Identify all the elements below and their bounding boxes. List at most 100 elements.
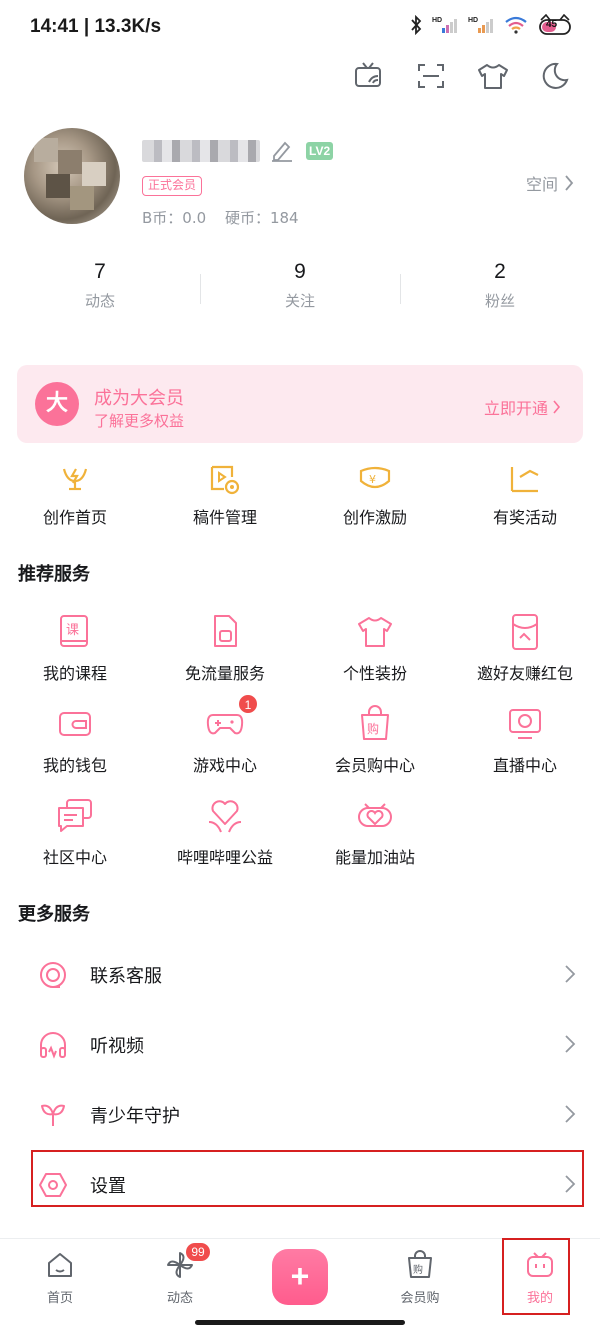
service-item[interactable]: 购 会员购中心 <box>300 702 450 794</box>
recommended-title: 推荐服务 <box>18 564 90 585</box>
service-label: 直播中心 <box>492 756 557 775</box>
service-item[interactable]: 哔哩哔哩公益 <box>150 794 300 886</box>
status-bar: 14:41 | 13.3K/s HD HD 45 <box>0 0 600 56</box>
svg-text:HD: HD <box>432 17 442 24</box>
chevron-right-icon <box>564 964 576 988</box>
chevron-right-icon <box>553 400 561 414</box>
vip-logo-icon: 大 <box>35 382 79 426</box>
red-packet-icon <box>450 610 600 654</box>
creator-label: 有奖活动 <box>492 508 557 527</box>
live-icon <box>450 702 600 746</box>
list-item-youth-guard[interactable]: 青少年守护 <box>0 1080 600 1150</box>
list-item-customer-service[interactable]: 联系客服 <box>0 940 600 1010</box>
vip-title: 成为大会员 <box>94 388 184 409</box>
coins-info: B币：0.0 硬币：184 <box>142 207 313 228</box>
service-label: 社区中心 <box>42 848 107 867</box>
dynamic-badge: 99 <box>186 1243 210 1261</box>
level-badge: LV2 <box>306 142 334 160</box>
manuscript-item[interactable]: 稿件管理 <box>150 462 300 528</box>
chevron-right-icon <box>564 1104 576 1128</box>
shirt-icon <box>300 610 450 654</box>
creator-home-item[interactable]: 创作首页 <box>0 462 150 528</box>
course-icon: 课 <box>0 610 150 654</box>
community-icon <box>0 794 150 838</box>
svg-text:HD: HD <box>468 17 478 24</box>
wallet-icon <box>0 702 150 746</box>
avatar[interactable] <box>24 128 120 224</box>
stat-dynamics[interactable]: 7 动态 <box>0 260 200 311</box>
service-label: 哔哩哔哩公益 <box>176 848 273 867</box>
edit-icon[interactable] <box>270 138 294 166</box>
username-blurred <box>142 140 260 162</box>
stat-number: 9 <box>294 260 306 283</box>
home-indicator[interactable] <box>195 1320 405 1325</box>
service-label: 游戏中心 <box>192 756 257 775</box>
top-actions <box>338 58 586 94</box>
stat-fans[interactable]: 2 粉丝 <box>400 260 600 311</box>
battery-level: 45 <box>546 19 558 30</box>
notification-badge: 1 <box>238 694 258 714</box>
service-label: 个性装扮 <box>342 664 407 683</box>
creator-label: 稿件管理 <box>192 508 257 527</box>
svg-text:购: 购 <box>413 1263 423 1276</box>
service-item[interactable]: 免流量服务 <box>150 610 300 702</box>
vip-subtitle: 了解更多权益 <box>94 412 185 430</box>
service-label: 我的钱包 <box>42 756 107 775</box>
energy-station-icon <box>300 794 450 838</box>
creator-label: 创作首页 <box>42 508 107 527</box>
service-label: 能量加油站 <box>334 848 415 867</box>
stats-row: 7 动态 9 关注 2 粉丝 <box>0 260 600 311</box>
chevron-right-icon <box>565 175 574 191</box>
incentive-item[interactable]: ¥ 创作激励 <box>300 462 450 528</box>
service-item[interactable]: 直播中心 <box>450 702 600 794</box>
svg-text:课: 课 <box>66 623 79 638</box>
reward-activity-icon <box>450 462 600 496</box>
outfit-icon[interactable] <box>462 58 524 94</box>
sim-card-icon <box>150 610 300 654</box>
tab-home[interactable]: 首页 <box>20 1249 100 1306</box>
mine-highlight-box <box>502 1238 570 1315</box>
service-item[interactable]: 我的钱包 <box>0 702 150 794</box>
battery-icon: 45 <box>538 13 572 40</box>
shopping-bag-icon: 购 <box>300 702 450 746</box>
night-mode-icon[interactable] <box>524 58 586 94</box>
space-label: 空间 <box>525 175 558 194</box>
service-item[interactable]: 个性装扮 <box>300 610 450 702</box>
stat-number: 7 <box>94 260 106 283</box>
space-link[interactable]: 空间 <box>526 171 574 195</box>
service-label: 邀好友赚红包 <box>476 664 573 683</box>
service-item[interactable]: 课 我的课程 <box>0 610 150 702</box>
list-item-listen-video[interactable]: 听视频 <box>0 1010 600 1080</box>
stat-following[interactable]: 9 关注 <box>200 260 400 311</box>
service-item[interactable]: 邀好友赚红包 <box>450 610 600 702</box>
reward-activity-item[interactable]: 有奖活动 <box>450 462 600 528</box>
shop-bag-icon: 购 <box>380 1249 460 1281</box>
incentive-icon: ¥ <box>300 462 450 496</box>
headphones-icon <box>38 1030 68 1064</box>
stat-label: 动态 <box>84 292 115 310</box>
publish-plus-button[interactable]: + <box>272 1249 328 1305</box>
chevron-right-icon <box>564 1034 576 1058</box>
charity-heart-icon <box>150 794 300 838</box>
b-coin-value: B币：0.0 <box>142 209 207 227</box>
tab-label: 会员购 <box>400 1291 440 1306</box>
vip-banner[interactable]: 大 成为大会员 了解更多权益 立即开通 <box>17 365 583 443</box>
cast-tv-icon[interactable] <box>338 58 400 94</box>
customer-service-icon <box>38 960 68 994</box>
list-item-label: 听视频 <box>90 1036 144 1057</box>
service-item[interactable]: 社区中心 <box>0 794 150 886</box>
service-label: 免流量服务 <box>184 664 265 683</box>
creator-label: 创作激励 <box>342 508 407 527</box>
more-title: 更多服务 <box>18 904 90 925</box>
scan-icon[interactable] <box>400 58 462 94</box>
vip-open-button[interactable]: 立即开通 <box>484 395 561 419</box>
wifi-icon <box>504 16 528 38</box>
tab-dynamic[interactable]: 99 动态 <box>140 1243 220 1306</box>
service-item[interactable]: 能量加油站 <box>300 794 450 886</box>
signal-icon-2: HD <box>468 15 494 39</box>
svg-text:购: 购 <box>367 721 379 736</box>
service-item[interactable]: 1 游戏中心 <box>150 694 300 794</box>
list-item-label: 青少年守护 <box>90 1106 180 1127</box>
tab-shop[interactable]: 购 会员购 <box>380 1249 460 1306</box>
service-label: 我的课程 <box>42 664 107 683</box>
